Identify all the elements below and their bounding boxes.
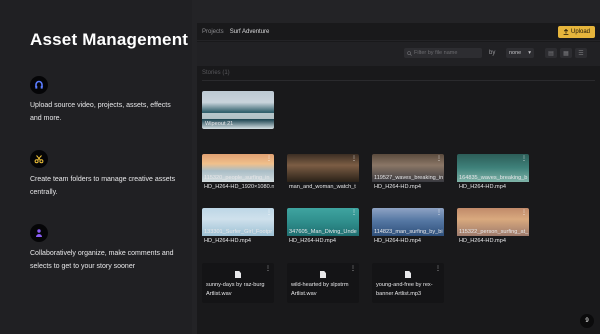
asset-card-video[interactable]: ⋮ 115322_person_surfing_at_ HD_H264-HD.m…: [457, 208, 529, 244]
upload-button[interactable]: Upload: [557, 26, 595, 38]
asset-name-line2: HD_H264-HD_1920×1080.n: [204, 184, 274, 190]
corner-badge[interactable]: 9: [580, 314, 594, 328]
story-card[interactable]: Wipeout 21: [202, 91, 274, 129]
asset-name-line2: HD_H264-HD.mp4: [459, 238, 506, 244]
section-divider: [202, 80, 595, 81]
video-thumbnail: ⋮: [287, 154, 359, 182]
more-options-icon[interactable]: ⋮: [266, 209, 272, 216]
asset-name: man_and_woman_watch_t: [289, 184, 356, 190]
asset-name-line2: HD_H264-HD.mp4: [204, 238, 251, 244]
more-options-icon[interactable]: ⋮: [521, 155, 527, 162]
people-icon: [30, 224, 48, 242]
breadcrumb: Projects Surf Adventure: [197, 23, 600, 41]
asset-name-line2: banner Artlist.mp3: [376, 291, 422, 297]
feature-text: Upload source video, projects, assets, e…: [30, 102, 171, 122]
chevron-down-icon: ▾: [528, 50, 531, 56]
audio-file-icon: [235, 271, 241, 278]
grid-view-icon: ▦: [563, 50, 569, 57]
large-grid-icon: ☰: [578, 50, 584, 57]
promo-title: Asset Management: [30, 30, 189, 49]
asset-card-video[interactable]: ⋮ 119527_waves_breaking_in HD_H264-HD.mp…: [372, 154, 444, 190]
feature-text: Collaboratively organize, make comments …: [30, 250, 174, 270]
more-options-icon[interactable]: ⋮: [521, 209, 527, 216]
feature-text: Create team folders to manage creative a…: [30, 176, 176, 196]
asset-card-video[interactable]: ⋮ man_and_woman_watch_t: [287, 154, 359, 190]
asset-name-line2: HD_H264-HD.mp4: [374, 238, 421, 244]
list-view-icon: ▤: [548, 50, 554, 57]
asset-name-line2: HD_H264-HD.mp4: [289, 238, 336, 244]
asset-card-video[interactable]: ⋮ 164835_waves_breaking_b HD_H264-HD.mp4: [457, 154, 529, 190]
search-icon: [407, 50, 412, 56]
asset-name: 164835_waves_breaking_b: [459, 175, 528, 181]
feature-folders: Create team folders to manage creative a…: [30, 150, 180, 199]
grid-view-button[interactable]: ▦: [560, 48, 572, 58]
asset-name: sunny-days by raz-burg: [206, 282, 265, 288]
asset-card-audio[interactable]: ⋮ young-and-free by rex- banner Artlist.…: [372, 263, 444, 303]
feature-upload: Upload source video, projects, assets, e…: [30, 76, 180, 125]
promo-panel: Asset Management Upload source video, pr…: [0, 0, 192, 334]
upload-icon: [30, 76, 48, 94]
list-view-button[interactable]: ▤: [545, 48, 557, 58]
audio-file-icon: [405, 271, 411, 278]
stories-section-label: Stories (1): [202, 70, 230, 76]
asset-name-line2: Artlist.wav: [206, 291, 232, 297]
sort-select[interactable]: none ▾: [506, 48, 534, 58]
asset-name: 114823_man_surfing_by_bi: [374, 229, 443, 235]
sort-by-label: by: [489, 50, 496, 56]
more-options-icon[interactable]: ⋮: [351, 155, 357, 162]
asset-card-video[interactable]: ⋮ 115320_people_surfing_in HD_H264-HD_19…: [202, 154, 274, 190]
scissors-icon: [30, 150, 48, 168]
story-label: Wipeout 21: [205, 121, 234, 127]
feature-collaborate: Collaboratively organize, make comments …: [30, 224, 180, 273]
more-options-icon[interactable]: ⋮: [265, 265, 271, 272]
more-options-icon[interactable]: ⋮: [436, 155, 442, 162]
more-options-icon[interactable]: ⋮: [436, 209, 442, 216]
large-grid-view-button[interactable]: ☰: [575, 48, 587, 58]
more-options-icon[interactable]: ⋮: [350, 265, 356, 272]
filter-bar: Filter by file name by none ▾ ▤ ▦ ☰: [197, 42, 600, 66]
asset-name: 347605_Man_Diving_Unde: [289, 229, 357, 235]
asset-name: 133301_Surfer_Girl_Footpr: [204, 229, 273, 235]
sort-value: none: [509, 50, 522, 56]
asset-name: 115320_people_surfing_in: [204, 175, 270, 181]
asset-name-line2: HD_H264-HD.mp4: [459, 184, 506, 190]
more-options-icon[interactable]: ⋮: [351, 209, 357, 216]
upload-arrow-icon: [563, 29, 569, 35]
search-input[interactable]: Filter by file name: [404, 48, 482, 58]
asset-name: young-and-free by rex-: [376, 282, 433, 288]
upload-label: Upload: [570, 29, 590, 35]
asset-card-video[interactable]: ⋮ 347605_Man_Diving_Unde HD_H264-HD.mp4: [287, 208, 359, 244]
more-options-icon[interactable]: ⋮: [435, 265, 441, 272]
asset-name-line2: HD_H264-HD.mp4: [374, 184, 421, 190]
asset-name-line2: Artlist.wav: [291, 291, 317, 297]
asset-browser: Projects Surf Adventure Upload Filter by…: [197, 23, 600, 334]
asset-card-audio[interactable]: ⋮ sunny-days by raz-burg Artlist.wav: [202, 263, 274, 303]
asset-name: 115322_person_surfing_at_: [459, 229, 529, 235]
breadcrumb-projects[interactable]: Projects: [202, 29, 224, 35]
audio-file-icon: [320, 271, 326, 278]
asset-name: 119527_waves_breaking_in: [374, 175, 444, 181]
asset-card-audio[interactable]: ⋮ wild-hearted by slpstrm Artlist.wav: [287, 263, 359, 303]
breadcrumb-current[interactable]: Surf Adventure: [230, 29, 270, 35]
search-placeholder: Filter by file name: [414, 50, 458, 56]
page: Asset Management Upload source video, pr…: [0, 0, 600, 334]
asset-card-video[interactable]: ⋮ 114823_man_surfing_by_bi HD_H264-HD.mp…: [372, 208, 444, 244]
more-options-icon[interactable]: ⋮: [266, 155, 272, 162]
asset-name: wild-hearted by slpstrm: [291, 282, 349, 288]
asset-card-video[interactable]: ⋮ 133301_Surfer_Girl_Footpr HD_H264-HD.m…: [202, 208, 274, 244]
